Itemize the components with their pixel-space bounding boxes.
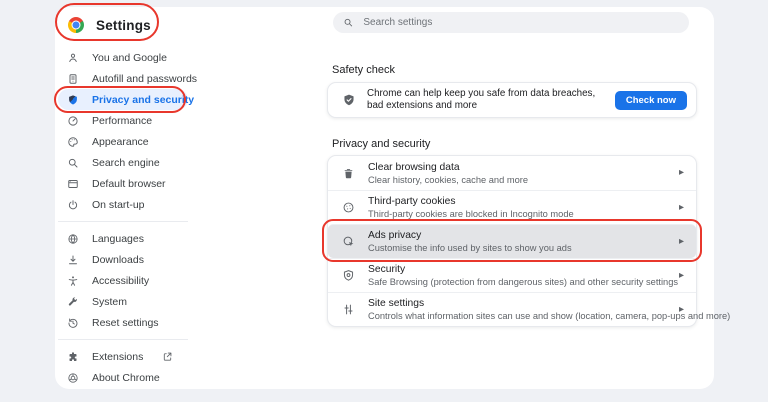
sidebar-item-extensions[interactable]: Extensions [58, 346, 188, 367]
search-icon [68, 158, 78, 167]
globe-icon [68, 233, 78, 244]
sidebar-item-label: Downloads [92, 253, 144, 266]
sidebar-item-autofill[interactable]: Autofill and passwords [58, 68, 197, 89]
download-icon [69, 255, 77, 264]
page-title: Settings [96, 17, 151, 33]
sidebar-item-about-chrome[interactable]: About Chrome [58, 367, 188, 388]
row-title: Site settings [368, 298, 425, 309]
speedometer-icon [68, 115, 78, 126]
row-subtitle: Customise the info used by sites to show… [368, 243, 572, 253]
sidebar-item-label: Privacy and security [92, 93, 195, 106]
palette-icon [68, 136, 78, 147]
sidebar-item-default-browser[interactable]: Default browser [58, 173, 188, 194]
check-now-button[interactable]: Check now [614, 90, 687, 110]
sidebar-item-label: On start-up [92, 198, 145, 211]
row-subtitle: Controls what information sites can use … [368, 311, 731, 321]
wrench-icon [68, 296, 77, 306]
row-title: Security [368, 264, 406, 275]
app-header: Settings [68, 14, 151, 36]
row-title: Third-party cookies [368, 196, 456, 207]
safety-check-card: Chrome can help keep you safe from data … [327, 82, 697, 118]
row-ads-privacy[interactable]: Ads privacy Customise the info used by s… [328, 224, 696, 258]
sidebar: You and Google Autofill and passwords Pr… [54, 47, 197, 388]
sidebar-item-label: System [92, 295, 128, 308]
sidebar-divider [58, 221, 188, 222]
power-icon [68, 199, 78, 209]
sidebar-divider [58, 339, 188, 340]
row-clear-browsing-data[interactable]: Clear browsing data Clear history, cooki… [328, 156, 696, 190]
row-subtitle: Safe Browsing (protection from dangerous… [368, 277, 679, 287]
chevron-right-icon: ▸ [678, 201, 684, 213]
row-third-party-cookies[interactable]: Third-party cookies Third-party cookies … [328, 190, 696, 224]
shield-check-icon [344, 94, 354, 106]
trash-icon [344, 168, 353, 178]
sidebar-item-accessibility[interactable]: Accessibility [58, 270, 188, 291]
row-subtitle: Clear history, cookies, cache and more [368, 174, 529, 185]
safety-check-message: Chrome can help keep you safe from data … [367, 88, 596, 111]
autofill-icon [69, 73, 77, 84]
sidebar-item-label: Extensions [92, 350, 144, 363]
security-shield-icon [343, 270, 354, 281]
tune-icon [344, 304, 353, 315]
sidebar-item-reset-settings[interactable]: Reset settings [58, 312, 188, 333]
chevron-right-icon: ▸ [678, 235, 684, 247]
puzzle-icon [69, 351, 77, 361]
sidebar-item-you-and-google[interactable]: You and Google [58, 47, 188, 68]
sidebar-item-label: Appearance [92, 135, 149, 148]
settings-panel: Settings You and Google Autofill and pas… [54, 3, 731, 389]
chevron-right-icon: ▸ [678, 269, 684, 281]
sidebar-item-label: Autofill and passwords [92, 72, 198, 85]
external-link-icon [164, 352, 172, 361]
sidebar-item-label: Languages [92, 232, 144, 245]
sidebar-item-on-start-up[interactable]: On start-up [58, 194, 188, 215]
accessibility-icon [68, 275, 78, 286]
privacy-shield-icon [69, 94, 77, 104]
privacy-section-heading: Privacy and security [332, 138, 431, 150]
sidebar-item-label: Performance [92, 114, 153, 127]
sidebar-item-system[interactable]: System [58, 291, 188, 312]
ads-click-icon [343, 236, 354, 247]
sidebar-item-label: Reset settings [92, 316, 159, 329]
sidebar-item-label: Default browser [92, 177, 166, 190]
row-title: Ads privacy [368, 230, 422, 241]
sidebar-item-label: Search engine [92, 156, 160, 169]
sidebar-item-appearance[interactable]: Appearance [58, 131, 188, 152]
chrome-outline-icon [68, 372, 78, 383]
sidebar-item-label: You and Google [92, 51, 167, 64]
row-title: Clear browsing data [368, 161, 460, 173]
search-input[interactable] [361, 16, 679, 29]
row-security[interactable]: Security Safe Browsing (protection from … [328, 258, 696, 292]
reset-icon [68, 317, 78, 328]
row-site-settings[interactable]: Site settings Controls what information … [328, 292, 731, 326]
chevron-right-icon: ▸ [678, 167, 684, 178]
sidebar-item-downloads[interactable]: Downloads [58, 249, 188, 270]
safety-check-heading: Safety check [332, 64, 395, 76]
cookie-icon [343, 202, 354, 213]
browser-window-icon [68, 179, 78, 188]
privacy-settings-card: Clear browsing data Clear history, cooki… [322, 155, 731, 327]
sidebar-item-label: Accessibility [92, 274, 150, 287]
person-icon [69, 53, 77, 62]
sidebar-item-search-engine[interactable]: Search engine [58, 152, 188, 173]
search-icon [344, 18, 353, 27]
sidebar-item-privacy-and-security[interactable]: Privacy and security [54, 86, 194, 113]
chrome-logo-icon [68, 17, 84, 33]
sidebar-item-performance[interactable]: Performance [58, 110, 188, 131]
chevron-right-icon: ▸ [678, 303, 684, 315]
sidebar-item-languages[interactable]: Languages [58, 228, 188, 249]
search-bar[interactable] [333, 12, 689, 33]
row-subtitle: Third-party cookies are blocked in Incog… [368, 209, 574, 219]
sidebar-item-label: About Chrome [92, 371, 160, 384]
